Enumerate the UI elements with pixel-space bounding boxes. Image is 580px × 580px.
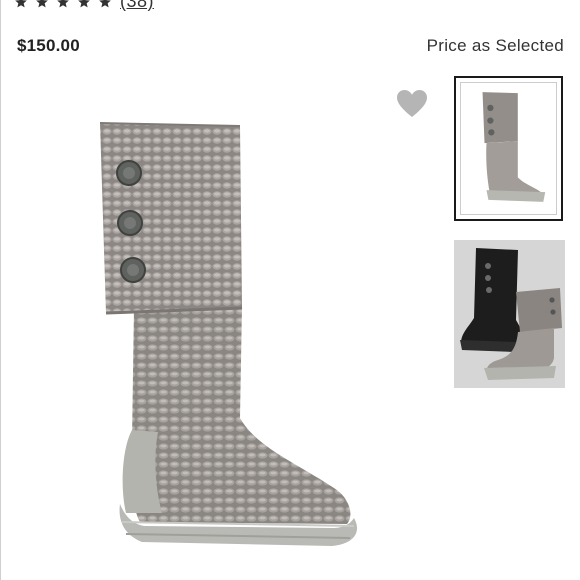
thumbnail-1-frame xyxy=(460,82,557,215)
star-icon xyxy=(15,0,27,7)
left-border xyxy=(0,0,1,580)
thumbnail-1[interactable] xyxy=(454,76,563,221)
product-price: $150.00 xyxy=(17,36,80,55)
rating-stars xyxy=(14,0,112,9)
product-rating: (38) xyxy=(14,0,154,12)
thumbnail-1-image xyxy=(461,84,556,213)
thumbnail-2-image xyxy=(454,240,565,388)
heart-icon[interactable] xyxy=(396,88,428,120)
product-main-image xyxy=(99,122,358,546)
star-icon xyxy=(78,0,90,7)
star-icon xyxy=(57,0,69,7)
thumbnail-2[interactable] xyxy=(454,240,565,388)
star-icon xyxy=(36,0,48,7)
price-note: Price as Selected xyxy=(426,36,564,55)
star-icon xyxy=(99,0,111,7)
review-count-link[interactable]: (38) xyxy=(120,0,154,12)
